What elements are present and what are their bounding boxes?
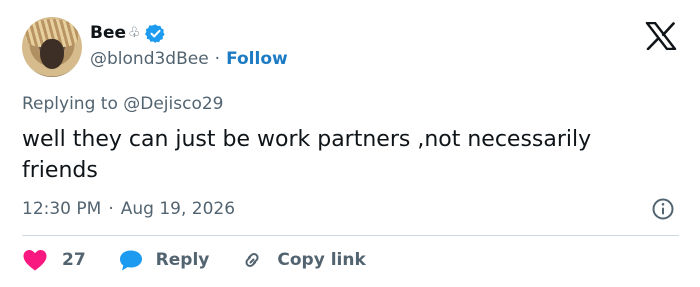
reply-label: Reply [155, 250, 210, 270]
tweet-meta: 12:30 PM · Aug 19, 2026 [22, 199, 235, 219]
like-button[interactable]: 27 [22, 248, 86, 272]
reply-bubble-icon [119, 250, 142, 271]
author-name-row: Bee ♧ [90, 20, 166, 46]
separator-dot: · [214, 49, 221, 69]
meta-separator: · [108, 199, 114, 219]
tweet-time[interactable]: 12:30 PM [22, 199, 101, 219]
name-emoji: ♧ [128, 25, 141, 41]
tweet-text: well they can just be work partners ,not… [22, 127, 592, 183]
avatar[interactable] [22, 17, 82, 77]
heart-icon [23, 250, 47, 271]
author-display-name[interactable]: Bee [90, 23, 126, 43]
avatar-face [40, 39, 64, 69]
copy-link-button[interactable]: Copy link [239, 248, 366, 272]
link-icon [245, 253, 259, 267]
tweet-date[interactable]: Aug 19, 2026 [121, 199, 235, 219]
like-count: 27 [62, 250, 86, 270]
action-bar: 27 Reply Copy link [22, 246, 366, 274]
copy-link-label: Copy link [277, 250, 366, 270]
x-logo-icon[interactable] [645, 22, 677, 50]
info-icon[interactable] [651, 197, 675, 221]
verified-badge-icon [144, 23, 165, 43]
divider [22, 235, 679, 236]
replying-to[interactable]: Replying to @Dejisco29 [22, 94, 223, 114]
author-handle[interactable]: @blond3dBee [90, 49, 209, 69]
follow-button[interactable]: Follow [226, 49, 288, 69]
author-handle-row: @blond3dBee · Follow [90, 48, 288, 70]
reply-button[interactable]: Reply [118, 248, 210, 272]
